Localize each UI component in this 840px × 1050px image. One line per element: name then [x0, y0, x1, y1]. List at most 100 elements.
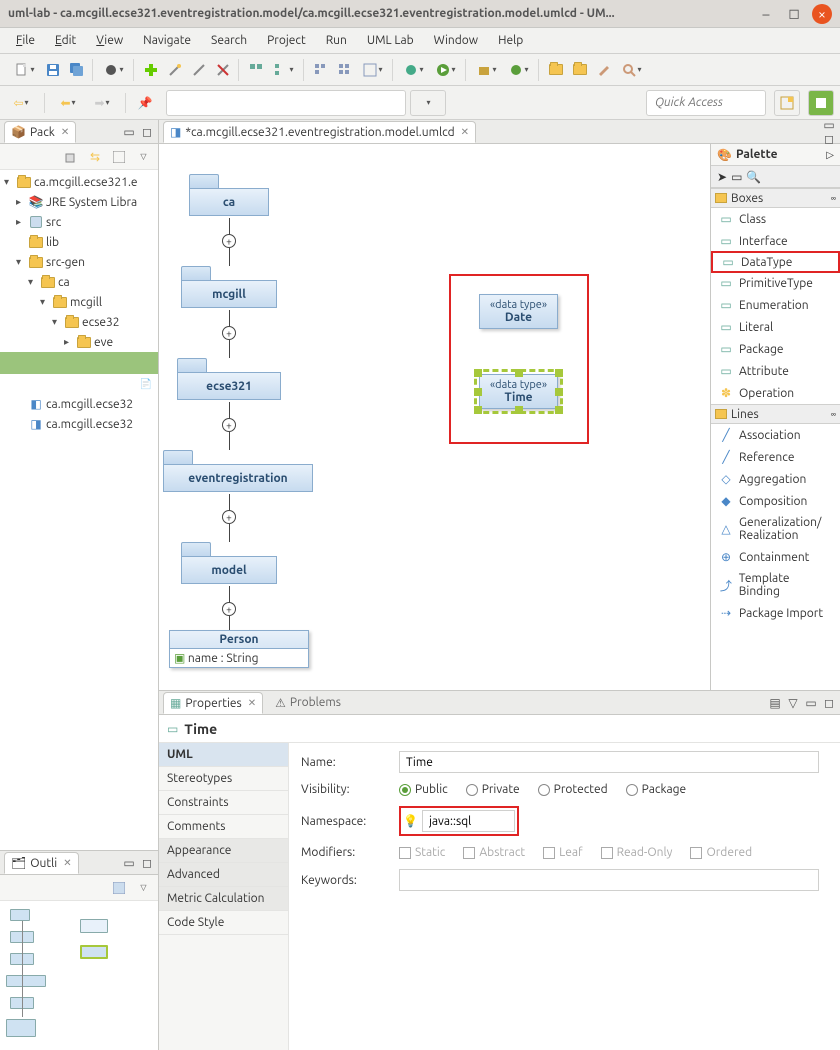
editor-canvas[interactable]: ca + mcgill + ecse321 + eventregistratio…: [159, 144, 840, 690]
props-cat-stereotypes[interactable]: Stereotypes: [159, 767, 288, 791]
minimize-outline-button[interactable]: ▭: [122, 856, 136, 870]
menu-project[interactable]: Project: [257, 31, 316, 50]
menu-run[interactable]: Run: [316, 31, 357, 50]
palette-item-package[interactable]: ▭Package: [711, 338, 840, 360]
palette-item-interface[interactable]: ▭Interface: [711, 230, 840, 252]
visibility-protected[interactable]: Protected: [538, 783, 608, 796]
perspective-umllab-button[interactable]: [808, 90, 834, 116]
props-cat-codestyle[interactable]: Code Style: [159, 911, 288, 935]
props-cat-appearance[interactable]: Appearance: [159, 839, 288, 863]
tree-project[interactable]: ▾ca.mcgill.ecse321.e: [0, 172, 158, 192]
grid1-button[interactable]: [310, 59, 332, 81]
window-close-button[interactable]: ×: [812, 4, 832, 24]
props-cat-comments[interactable]: Comments: [159, 815, 288, 839]
modifier-static[interactable]: Static: [399, 846, 445, 859]
outline-tab[interactable]: 🗂 Outli ✕: [4, 852, 79, 874]
visibility-public[interactable]: Public: [399, 783, 448, 796]
search-button[interactable]: ▾: [617, 59, 647, 81]
uml-datatype-time[interactable]: «data type» Time: [479, 374, 558, 409]
outline-canvas[interactable]: [0, 901, 158, 1050]
palette-item-operation[interactable]: ✽Operation: [711, 382, 840, 404]
palette-lines-header[interactable]: Lines∞: [711, 404, 840, 424]
tree-eve[interactable]: ▸eve: [0, 332, 158, 352]
uml-package-ecse321[interactable]: ecse321: [177, 358, 281, 400]
select-tool[interactable]: ➤: [717, 166, 727, 188]
outline-mode-button[interactable]: [110, 879, 128, 897]
menu-umllab[interactable]: UML Lab: [357, 31, 424, 50]
save-button[interactable]: [42, 59, 64, 81]
perspective-open-button[interactable]: [774, 90, 800, 116]
tree-mcgill[interactable]: ▾mcgill: [0, 292, 158, 312]
breadcrumb-dropdown[interactable]: ▾: [410, 90, 446, 116]
new-pkg-button[interactable]: ▾: [472, 59, 502, 81]
view-menu-button[interactable]: ▽: [134, 148, 152, 166]
tree-file2[interactable]: ◨ca.mcgill.ecse32: [0, 414, 158, 434]
debug-button[interactable]: ▾: [399, 59, 429, 81]
tree-src[interactable]: ▸src: [0, 212, 158, 232]
uml-class-person[interactable]: Person ▣ name : String: [169, 630, 309, 668]
outline-menu-button[interactable]: ▽: [134, 879, 152, 897]
palette-boxes-header[interactable]: Boxes∞: [711, 188, 840, 208]
tree-ca[interactable]: ▾ca: [0, 272, 158, 292]
uml-package-mcgill[interactable]: mcgill: [181, 266, 277, 308]
palette-item-composition[interactable]: ◆Composition: [711, 490, 840, 512]
package-tab[interactable]: 📦 Pack ✕: [4, 121, 76, 143]
nav-fwd-button[interactable]: ➡▾: [87, 92, 117, 114]
palette-item-literal[interactable]: ▭Literal: [711, 316, 840, 338]
palette-item-class[interactable]: ▭Class: [711, 208, 840, 230]
modifier-abstract[interactable]: Abstract: [463, 846, 525, 859]
marquee-tool[interactable]: ▭: [731, 166, 742, 188]
focus-button[interactable]: [110, 148, 128, 166]
menu-search[interactable]: Search: [201, 31, 257, 50]
close-icon[interactable]: ✕: [461, 126, 469, 138]
wand-button[interactable]: [164, 59, 186, 81]
maximize-outline-button[interactable]: ◻: [140, 856, 154, 870]
breadcrumb-input[interactable]: [166, 90, 406, 116]
maximize-props-button[interactable]: ◻: [822, 696, 836, 710]
edit-icon-button[interactable]: [593, 59, 615, 81]
menu-window[interactable]: Window: [424, 31, 488, 50]
close-icon[interactable]: ✕: [63, 857, 71, 869]
align2-button[interactable]: ▾: [269, 59, 299, 81]
palette-item-datatype[interactable]: ▭DataType: [711, 251, 840, 273]
pin-button[interactable]: 📌: [134, 92, 156, 114]
minimize-view-button[interactable]: ▭: [122, 125, 136, 139]
palette-collapse-button[interactable]: ▷: [826, 149, 834, 161]
menu-help[interactable]: Help: [488, 31, 533, 50]
collapse-all-button[interactable]: [62, 148, 80, 166]
tree-jre[interactable]: ▸📚JRE System Libra: [0, 192, 158, 212]
problems-tab[interactable]: ⚠ Problems: [267, 696, 349, 710]
uml-package-model[interactable]: model: [181, 542, 277, 584]
tree-lib[interactable]: lib: [0, 232, 158, 252]
run-button[interactable]: ▾: [431, 59, 461, 81]
window-maximize-button[interactable]: ◻: [784, 4, 804, 24]
palette-item-packageimport[interactable]: ⇢Package Import: [711, 602, 840, 624]
palette-item-generalization[interactable]: △Generalization/ Realization: [711, 512, 840, 546]
props-cat-uml[interactable]: UML: [159, 743, 288, 767]
modifier-leaf[interactable]: Leaf: [543, 846, 582, 859]
visibility-package[interactable]: Package: [626, 783, 687, 796]
uml-package-ca[interactable]: ca: [189, 174, 269, 216]
quick-access[interactable]: [646, 90, 766, 116]
window-minimize-button[interactable]: –: [756, 4, 776, 24]
palette-item-primitivetype[interactable]: ▭PrimitiveType: [711, 272, 840, 294]
props-toggle-button[interactable]: ▤: [768, 696, 782, 710]
tree-file1[interactable]: ◧ca.mcgill.ecse32: [0, 394, 158, 414]
new-button[interactable]: ▾: [10, 59, 40, 81]
props-cat-constraints[interactable]: Constraints: [159, 791, 288, 815]
tree-selected-blank[interactable]: [0, 352, 158, 374]
wand-off-button[interactable]: [212, 59, 234, 81]
props-cat-advanced[interactable]: Advanced: [159, 863, 288, 887]
uml-package-eventregistration[interactable]: eventregistration: [163, 450, 313, 492]
modifier-ordered[interactable]: Ordered: [690, 846, 752, 859]
menu-navigate[interactable]: Navigate: [133, 31, 201, 50]
uml-datatype-date[interactable]: «data type» Date: [479, 294, 558, 329]
package-tree[interactable]: ▾ca.mcgill.ecse321.e ▸📚JRE System Libra …: [0, 170, 158, 850]
editor-tab[interactable]: ◨ *ca.mcgill.ecse321.eventregistration.m…: [163, 121, 476, 143]
zoom-tool[interactable]: 🔍: [746, 166, 761, 188]
save-all-button[interactable]: [66, 59, 88, 81]
keywords-field[interactable]: [399, 869, 819, 891]
align1-button[interactable]: [245, 59, 267, 81]
nav-last-button[interactable]: ⇦▾: [6, 92, 36, 114]
modifier-readonly[interactable]: Read-Only: [601, 846, 673, 859]
